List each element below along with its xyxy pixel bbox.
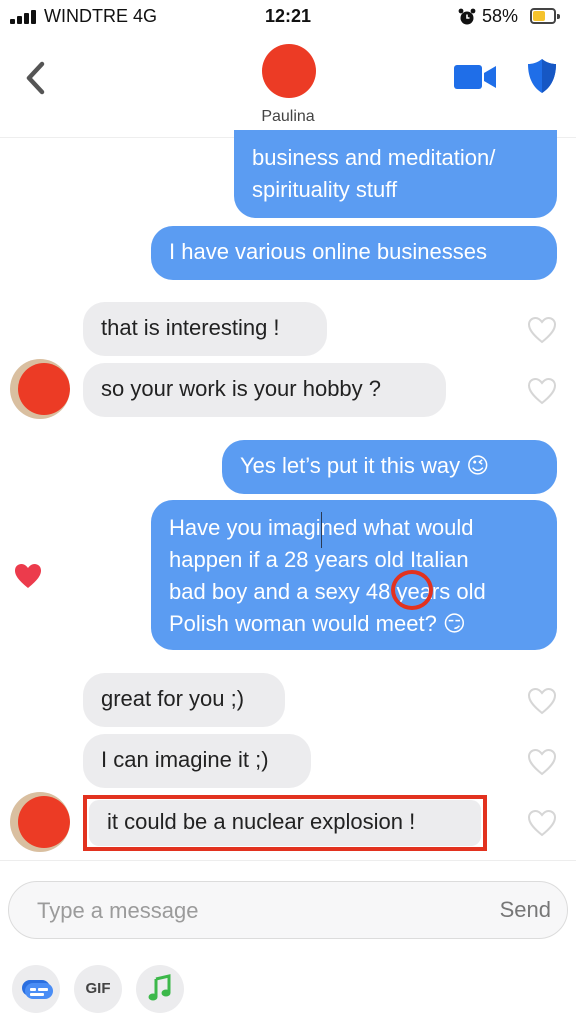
message-bubble-incoming[interactable]: that is interesting ! [83,302,327,356]
battery-icon [530,8,560,24]
message-text: that is interesting ! [101,315,280,340]
music-button[interactable] [136,965,184,1013]
send-button[interactable]: Send [500,897,551,923]
annotation-circle [391,570,433,610]
cell-signal-icon [10,10,38,24]
message-bubble-outgoing[interactable]: I have various online businesses [151,226,557,280]
gif-button[interactable]: GIF [74,965,122,1013]
message-text: great for you ;) [101,686,245,711]
message-bubble-outgoing[interactable]: Yes let’s put it this way 😉 [222,440,557,494]
message-text: business and meditation/ spirituality st… [252,145,496,202]
video-call-icon[interactable] [454,62,496,92]
annotation-highlight-box [83,795,487,851]
contact-avatar-small[interactable] [10,792,70,852]
contact-avatar-small[interactable] [10,359,70,419]
status-bar: WINDTRE 4G 12:21 58% [0,0,576,34]
text-cursor [321,512,322,548]
message-bubble-outgoing[interactable]: Have you imagined what would happen if a… [151,500,557,650]
like-heart-icon[interactable] [527,809,557,837]
emoji-keyboard-button[interactable] [12,965,60,1013]
battery-percent: 58% [482,6,519,26]
carrier-label: WINDTRE 4G [44,6,158,26]
contact-avatar[interactable] [262,44,316,98]
music-note-icon [148,974,171,1001]
message-text: I can imagine it ;) [101,747,269,772]
liked-heart-icon[interactable] [13,562,43,590]
like-heart-icon[interactable] [527,748,557,776]
like-heart-icon[interactable] [527,377,557,405]
message-text: I have various online businesses [169,239,487,264]
message-text: so your work is your hobby ? [101,376,382,401]
message-composer: Send GIF [0,860,576,1024]
chat-header: Paulina [0,34,576,138]
message-bubble-incoming[interactable]: I can imagine it ;) [83,734,311,788]
message-text: Have you imagined what would happen if a… [169,515,486,636]
message-input-container: Send [8,881,568,939]
message-bubble-outgoing[interactable]: business and meditation/ spirituality st… [234,130,557,218]
alarm-icon [458,8,476,25]
contact-name[interactable]: Paulina [0,108,576,126]
message-input[interactable] [37,892,477,930]
message-text: Yes let’s put it this way 😉 [240,453,490,478]
back-chevron-icon[interactable] [20,58,52,98]
message-bubble-incoming[interactable]: great for you ;) [83,673,285,727]
emoji-keyboard-icon [22,980,53,999]
safety-shield-icon[interactable] [527,58,557,94]
message-bubble-incoming[interactable]: so your work is your hobby ? [83,363,446,417]
like-heart-icon[interactable] [527,687,557,715]
like-heart-icon[interactable] [527,316,557,344]
